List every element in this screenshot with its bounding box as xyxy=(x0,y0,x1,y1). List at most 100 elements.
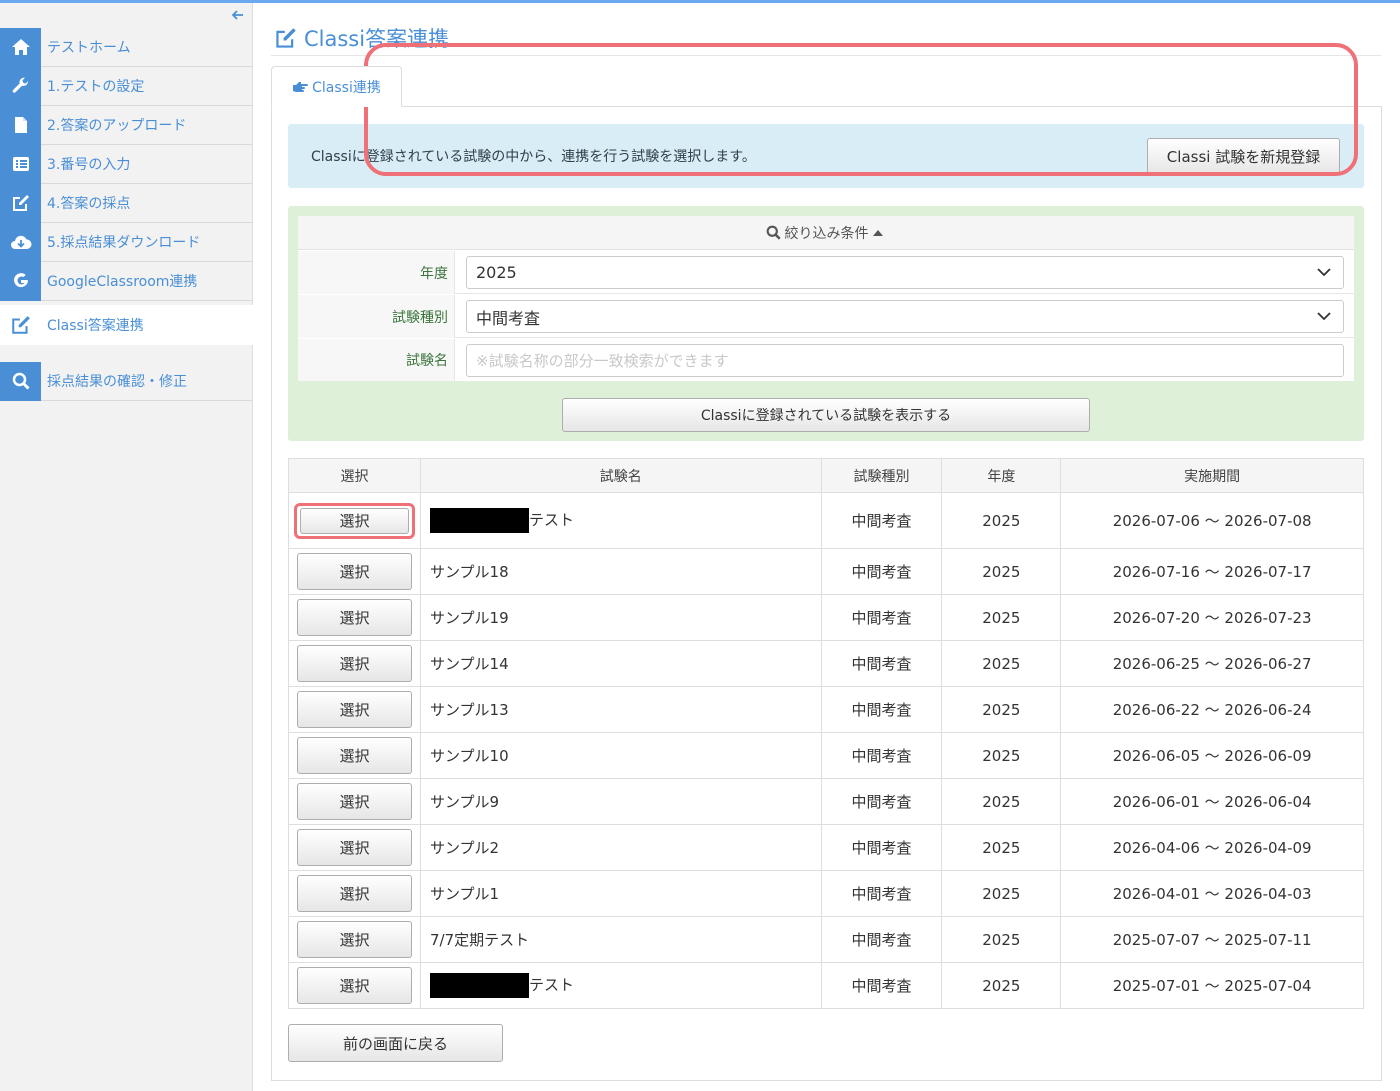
exam-name-cell: 7/7定期テスト xyxy=(419,916,822,963)
table-row: 選択 サンプル1 中間考査 2025 2026-04-01 〜 2026-04-… xyxy=(288,870,1364,917)
select-button[interactable]: 選択 xyxy=(296,553,412,590)
sidebar-item-label: 4.答案の採点 xyxy=(47,196,131,212)
year-cell: 2025 xyxy=(941,824,1062,871)
select-button[interactable]: 選択 xyxy=(296,829,412,866)
period-cell: 2026-04-06 〜 2026-04-09 xyxy=(1060,824,1364,871)
sidebar-item-test-settings[interactable]: 1.テストの設定 xyxy=(0,66,253,106)
exam-name-input[interactable]: ※試験名称の部分一致検索ができます xyxy=(466,344,1344,377)
redacted-block xyxy=(429,973,529,998)
year-cell: 2025 xyxy=(941,548,1062,595)
sidebar-item-answer-upload[interactable]: 2.答案のアップロード xyxy=(0,105,253,145)
year-cell: 2025 xyxy=(941,492,1062,549)
table-row: 選択 テスト 中間考査 2025 2026-07-06 〜 2026-07-08 xyxy=(288,492,1364,549)
info-message: Classiに登録されている試験の中から、連携を行う試験を選択します。 xyxy=(311,149,756,165)
sidebar-item-number-input[interactable]: 3.番号の入力 xyxy=(0,144,253,184)
table-row: 選択 サンプル10 中間考査 2025 2026-06-05 〜 2026-06… xyxy=(288,732,1364,779)
filter-toggle[interactable]: 絞り込み条件 xyxy=(298,216,1354,250)
exam-type-cell: 中間考査 xyxy=(820,732,943,779)
exam-name-cell: サンプル2 xyxy=(419,824,822,871)
filter-row-year: 年度 2025 xyxy=(298,251,1354,294)
page-title-text: Classi答案連携 xyxy=(304,27,450,51)
sidebar-item-review-results[interactable]: 採点結果の確認・修正 xyxy=(0,361,253,401)
table-row: 選択 サンプル19 中間考査 2025 2026-07-20 〜 2026-07… xyxy=(288,594,1364,641)
year-select[interactable]: 2025 xyxy=(466,256,1344,289)
sidebar-item-classi-answer[interactable]: Classi答案連携 xyxy=(0,305,253,345)
hand-pointer-icon xyxy=(293,81,309,92)
year-cell: 2025 xyxy=(941,686,1062,733)
select-cell: 選択 xyxy=(288,916,421,963)
redacted-block xyxy=(429,508,529,533)
select-cell: 選択 xyxy=(288,732,421,779)
select-button[interactable]: 選択 xyxy=(296,967,412,1004)
select-cell: 選択 xyxy=(288,594,421,641)
exam-type-cell: 中間考査 xyxy=(820,824,943,871)
filter-row-name: 試験名 ※試験名称の部分一致検索ができます xyxy=(298,339,1354,381)
exam-type-cell: 中間考査 xyxy=(820,962,943,1009)
sidebar-item-google-classroom[interactable]: GoogleClassroom連携 xyxy=(0,261,253,301)
exam-name: テスト xyxy=(528,976,574,994)
tab-classi-link[interactable]: Classi連携 xyxy=(271,66,402,107)
column-header-period: 実施期間 xyxy=(1060,458,1364,493)
column-header-exam-type: 試験種別 xyxy=(820,458,943,493)
column-header-year: 年度 xyxy=(941,458,1062,493)
select-button[interactable]: 選択 xyxy=(296,737,412,774)
period-cell: 2026-06-05 〜 2026-06-09 xyxy=(1060,732,1364,779)
year-cell: 2025 xyxy=(941,962,1062,1009)
sidebar-item-result-download[interactable]: 5.採点結果ダウンロード xyxy=(0,222,253,262)
select-button[interactable]: 選択 xyxy=(296,783,412,820)
period-cell: 2026-07-06 〜 2026-07-08 xyxy=(1060,492,1364,549)
filter-header-label: 絞り込み条件 xyxy=(784,225,869,242)
sidebar-item-label: 3.番号の入力 xyxy=(47,157,131,173)
exam-name-cell: サンプル9 xyxy=(419,778,822,825)
sidebar-item-label: GoogleClassroom連携 xyxy=(47,274,198,290)
year-cell: 2025 xyxy=(941,778,1062,825)
sidebar-item-answer-grading[interactable]: 4.答案の採点 xyxy=(0,183,253,223)
select-cell: 選択 xyxy=(288,548,421,595)
exam-name-cell: サンプル14 xyxy=(419,640,822,687)
exam-type-cell: 中間考査 xyxy=(820,594,943,641)
home-icon xyxy=(0,27,41,67)
exam-name-cell: サンプル13 xyxy=(419,686,822,733)
main-content: Classi答案連携 Classi連携 Classiに登録されている試験の中から… xyxy=(271,3,1382,1081)
collapse-sidebar-icon[interactable] xyxy=(231,7,244,25)
period-cell: 2026-06-01 〜 2026-06-04 xyxy=(1060,778,1364,825)
year-cell: 2025 xyxy=(941,916,1062,963)
exam-type-cell: 中間考査 xyxy=(820,686,943,733)
select-button[interactable]: 選択 xyxy=(296,921,412,958)
select-button[interactable]: 選択 xyxy=(296,691,412,728)
exam-type-cell: 中間考査 xyxy=(820,870,943,917)
select-cell: 選択 xyxy=(288,962,421,1009)
sidebar-item-label: Classi答案連携 xyxy=(47,318,144,334)
tab-label: Classi連携 xyxy=(312,79,381,96)
select-button[interactable]: 選択 xyxy=(296,645,412,682)
select-cell: 選択 xyxy=(288,824,421,871)
exam-name-cell: テスト xyxy=(419,492,822,549)
show-exams-button[interactable]: Classiに登録されている試験を表示する xyxy=(562,398,1090,432)
filter-form: 絞り込み条件 年度 2025 試験種別 中間考査 試験名 ※試験名称の部分一致検… xyxy=(298,216,1354,381)
back-button[interactable]: 前の画面に戻る xyxy=(288,1024,503,1062)
period-cell: 2026-07-16 〜 2026-07-17 xyxy=(1060,548,1364,595)
title-divider xyxy=(271,55,1381,56)
exam-name-cell: サンプル1 xyxy=(419,870,822,917)
exam-name-label: 試験名 xyxy=(298,339,455,381)
exam-name-cell: サンプル19 xyxy=(419,594,822,641)
exam-name: テスト xyxy=(528,511,574,529)
sidebar-item-label: 2.答案のアップロード xyxy=(47,118,187,134)
exam-type-cell: 中間考査 xyxy=(820,492,943,549)
sidebar-item-label: 1.テストの設定 xyxy=(47,79,145,95)
search-icon xyxy=(766,225,781,240)
select-cell: 選択 xyxy=(288,640,421,687)
select-cell: 選択 xyxy=(288,870,421,917)
register-new-exam-button[interactable]: Classi 試験を新規登録 xyxy=(1147,138,1340,174)
exam-table: 選択 試験名 試験種別 年度 実施期間 選択 テスト 中間考査 2025 202… xyxy=(288,458,1364,1009)
exam-type-select[interactable]: 中間考査 xyxy=(466,300,1344,333)
select-button[interactable]: 選択 xyxy=(296,599,412,636)
period-cell: 2026-07-20 〜 2026-07-23 xyxy=(1060,594,1364,641)
sidebar-item-test-home[interactable]: テストホーム xyxy=(0,27,253,67)
filter-row-type: 試験種別 中間考査 xyxy=(298,295,1354,338)
year-cell: 2025 xyxy=(941,640,1062,687)
table-row: 選択 サンプル18 中間考査 2025 2026-07-16 〜 2026-07… xyxy=(288,548,1364,595)
select-button[interactable]: 選択 xyxy=(299,507,409,534)
select-button[interactable]: 選択 xyxy=(296,875,412,912)
page-title: Classi答案連携 xyxy=(274,23,449,53)
